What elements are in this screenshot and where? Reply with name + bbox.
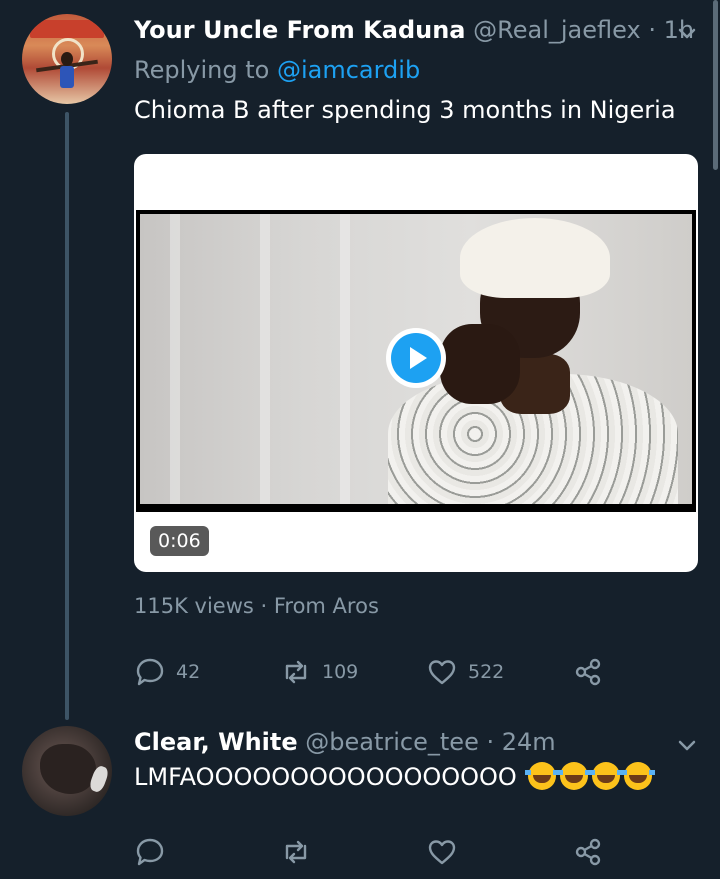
display-name[interactable]: Clear, White — [134, 728, 298, 756]
user-handle[interactable]: @beatrice_tee — [305, 728, 479, 756]
avatar-figure — [60, 66, 74, 88]
video-duration: 0:06 — [150, 526, 209, 556]
tweet-text: Chioma B after spending 3 months in Nige… — [134, 96, 676, 124]
play-icon — [410, 347, 427, 369]
reply-count: 42 — [176, 661, 201, 683]
replying-to-mention[interactable]: @iamcardib — [277, 56, 420, 84]
reply-icon — [136, 838, 164, 866]
reply-icon — [136, 658, 164, 686]
tweet-main[interactable]: Your Uncle From Kaduna @Real_jaeflex · 1… — [0, 0, 720, 720]
reply-button[interactable] — [134, 834, 166, 870]
video-frame[interactable] — [136, 210, 696, 512]
avatar[interactable] — [22, 726, 112, 816]
avatar-shadow — [40, 744, 96, 794]
retweet-icon — [285, 840, 307, 864]
retweet-button[interactable] — [280, 834, 312, 870]
tweet-reply[interactable]: Clear, White @beatrice_tee · 24m LMFAOOO… — [0, 720, 720, 879]
thumbnail-curtain — [340, 214, 350, 504]
replying-to: Replying to @iamcardib — [134, 56, 420, 84]
video-card[interactable]: 0:06 — [134, 154, 698, 572]
avatar-sign — [30, 20, 104, 38]
timestamp: 24m — [501, 728, 556, 756]
like-icon — [428, 660, 456, 685]
tweet-header: Clear, White @beatrice_tee · 24m — [134, 728, 556, 756]
avatar[interactable] — [22, 14, 112, 104]
play-button[interactable] — [386, 328, 446, 388]
share-button[interactable] — [572, 834, 604, 870]
laughing-emoji-icon — [589, 762, 624, 790]
view-count: 115K views · From Aros — [134, 594, 379, 618]
share-icon — [575, 658, 601, 686]
like-count: 522 — [468, 661, 505, 683]
tweet-text: LMFAOOOOOOOOOOOOOOOOO — [134, 762, 656, 791]
thumbnail-curtain — [260, 214, 270, 504]
retweet-button[interactable]: 109 — [280, 654, 358, 690]
laughing-emoji-icon — [525, 762, 560, 790]
tweet-header: Your Uncle From Kaduna @Real_jaeflex · 1… — [134, 16, 694, 44]
retweet-count: 109 — [322, 661, 359, 683]
separator-dot: · — [486, 728, 495, 756]
separator-dot: · — [648, 16, 656, 44]
thumbnail-hat — [460, 218, 610, 298]
tweet-actions — [134, 834, 614, 870]
display-name[interactable]: Your Uncle From Kaduna — [134, 16, 466, 44]
video-thumbnail — [140, 214, 692, 504]
share-icon — [575, 838, 601, 866]
replying-to-label: Replying to — [134, 56, 270, 84]
user-handle[interactable]: @Real_jaeflex — [473, 16, 641, 44]
avatar-head — [61, 52, 73, 66]
retweet-icon — [285, 660, 307, 684]
laughing-emoji-icon — [557, 762, 592, 790]
like-icon — [428, 840, 456, 865]
laughing-emoji-icon — [621, 762, 656, 790]
chevron-down-icon[interactable] — [676, 22, 698, 44]
chevron-down-icon[interactable] — [676, 734, 698, 756]
reply-button[interactable]: 42 — [134, 654, 200, 690]
like-button[interactable] — [426, 834, 458, 870]
tweet-actions: 42 109 522 — [134, 654, 614, 690]
share-button[interactable] — [572, 654, 604, 690]
tweet-text-content: LMFAOOOOOOOOOOOOOOOOO — [134, 763, 517, 791]
play-button-circle — [391, 333, 441, 383]
like-button[interactable]: 522 — [426, 654, 504, 690]
thumbnail-curtain — [170, 214, 180, 504]
thumbnail-hand — [440, 324, 520, 404]
